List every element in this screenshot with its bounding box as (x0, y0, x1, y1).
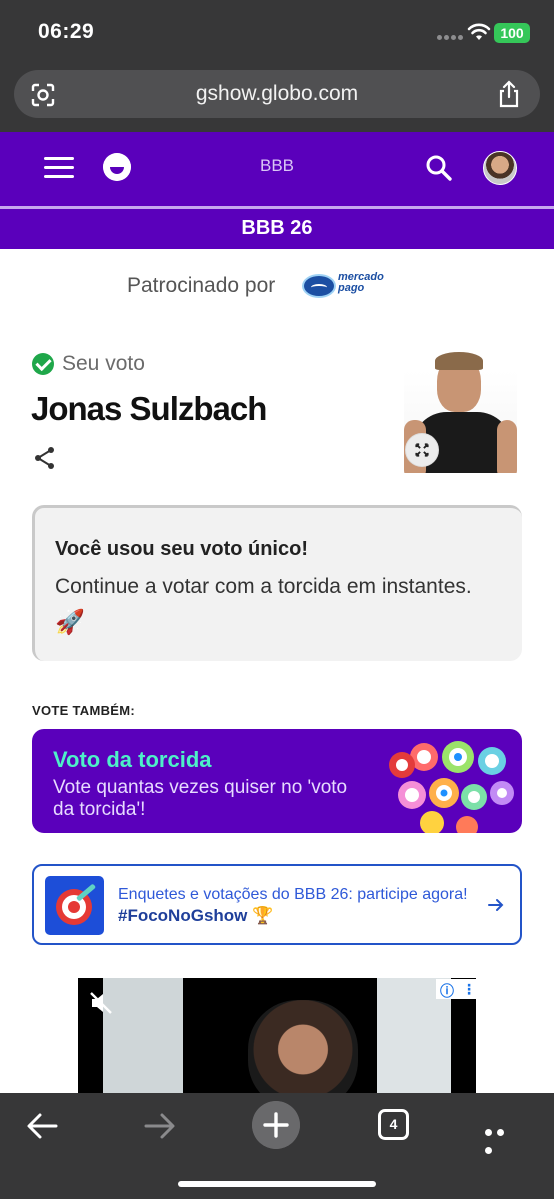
candidate-name: Jonas Sulzbach (31, 390, 267, 427)
promo-hashtag: #FocoNoGshow 🏆 (118, 906, 274, 925)
back-arrow-icon[interactable] (26, 1111, 60, 1141)
notice-title: Você usou seu voto único! (55, 538, 308, 560)
trophy-icon: 🏆 (252, 906, 274, 925)
notice-body: Continue a votar com a torcida em instan… (55, 575, 472, 598)
vote-also-heading: VOTE TAMBÉM: (32, 703, 136, 718)
expand-icon[interactable] (405, 433, 439, 467)
battery-indicator: 100 (494, 23, 530, 43)
wifi-icon (467, 23, 491, 40)
vote-status-label: Seu voto (62, 352, 145, 375)
mercado-pago-wordmark: mercado pago (338, 271, 384, 294)
ad-choices-icon[interactable]: ⓘ ⋮ (436, 979, 476, 999)
ad-video[interactable] (78, 978, 476, 1098)
browser-top-bar: 06:29 100 gshow.globo.com (0, 0, 554, 132)
check-circle-icon (32, 353, 54, 375)
vote-used-notice: Você usou seu voto único! Continue a vot… (32, 505, 522, 661)
forward-arrow-icon[interactable] (142, 1111, 176, 1141)
site-header: BBB (0, 132, 554, 206)
torcida-card-text: Vote quantas vezes quiser no 'voto da to… (53, 777, 348, 820)
home-indicator[interactable] (178, 1181, 376, 1187)
new-tab-plus-icon[interactable] (252, 1101, 300, 1149)
target-dart-icon (45, 876, 104, 935)
section-title[interactable]: BBB 26 (0, 209, 554, 249)
sponsor-label: Patrocinado por (127, 274, 276, 297)
search-icon[interactable] (425, 154, 453, 182)
tab-switcher-button[interactable]: 4 (378, 1109, 409, 1140)
url-text[interactable]: gshow.globo.com (14, 82, 540, 106)
share-icon[interactable] (496, 80, 522, 108)
sponsor-banner: Patrocinado por mercado pago (0, 272, 554, 302)
status-time: 06:29 (38, 20, 95, 43)
torcida-card-title: Voto da torcida (53, 747, 212, 772)
share-nodes-icon[interactable] (33, 446, 57, 470)
user-avatar[interactable] (483, 151, 517, 185)
header-title: BBB (259, 156, 295, 175)
address-bar[interactable]: gshow.globo.com (14, 70, 540, 118)
promo-text: Enquetes e votações do BBB 26: participe… (118, 886, 468, 903)
mercado-pago-logo-icon (302, 274, 336, 298)
signal-icon (437, 27, 465, 40)
rocket-icon: 🚀 (55, 609, 85, 636)
bbb-eyes-illustration (389, 741, 514, 833)
arrow-right-icon[interactable] (486, 895, 506, 915)
voto-da-torcida-card[interactable]: Voto da torcida Vote quantas vezes quise… (32, 729, 522, 833)
mute-icon[interactable] (88, 990, 114, 1016)
more-options-icon[interactable] (485, 1123, 519, 1154)
enquetes-promo-card[interactable]: Enquetes e votações do BBB 26: participe… (32, 864, 522, 945)
